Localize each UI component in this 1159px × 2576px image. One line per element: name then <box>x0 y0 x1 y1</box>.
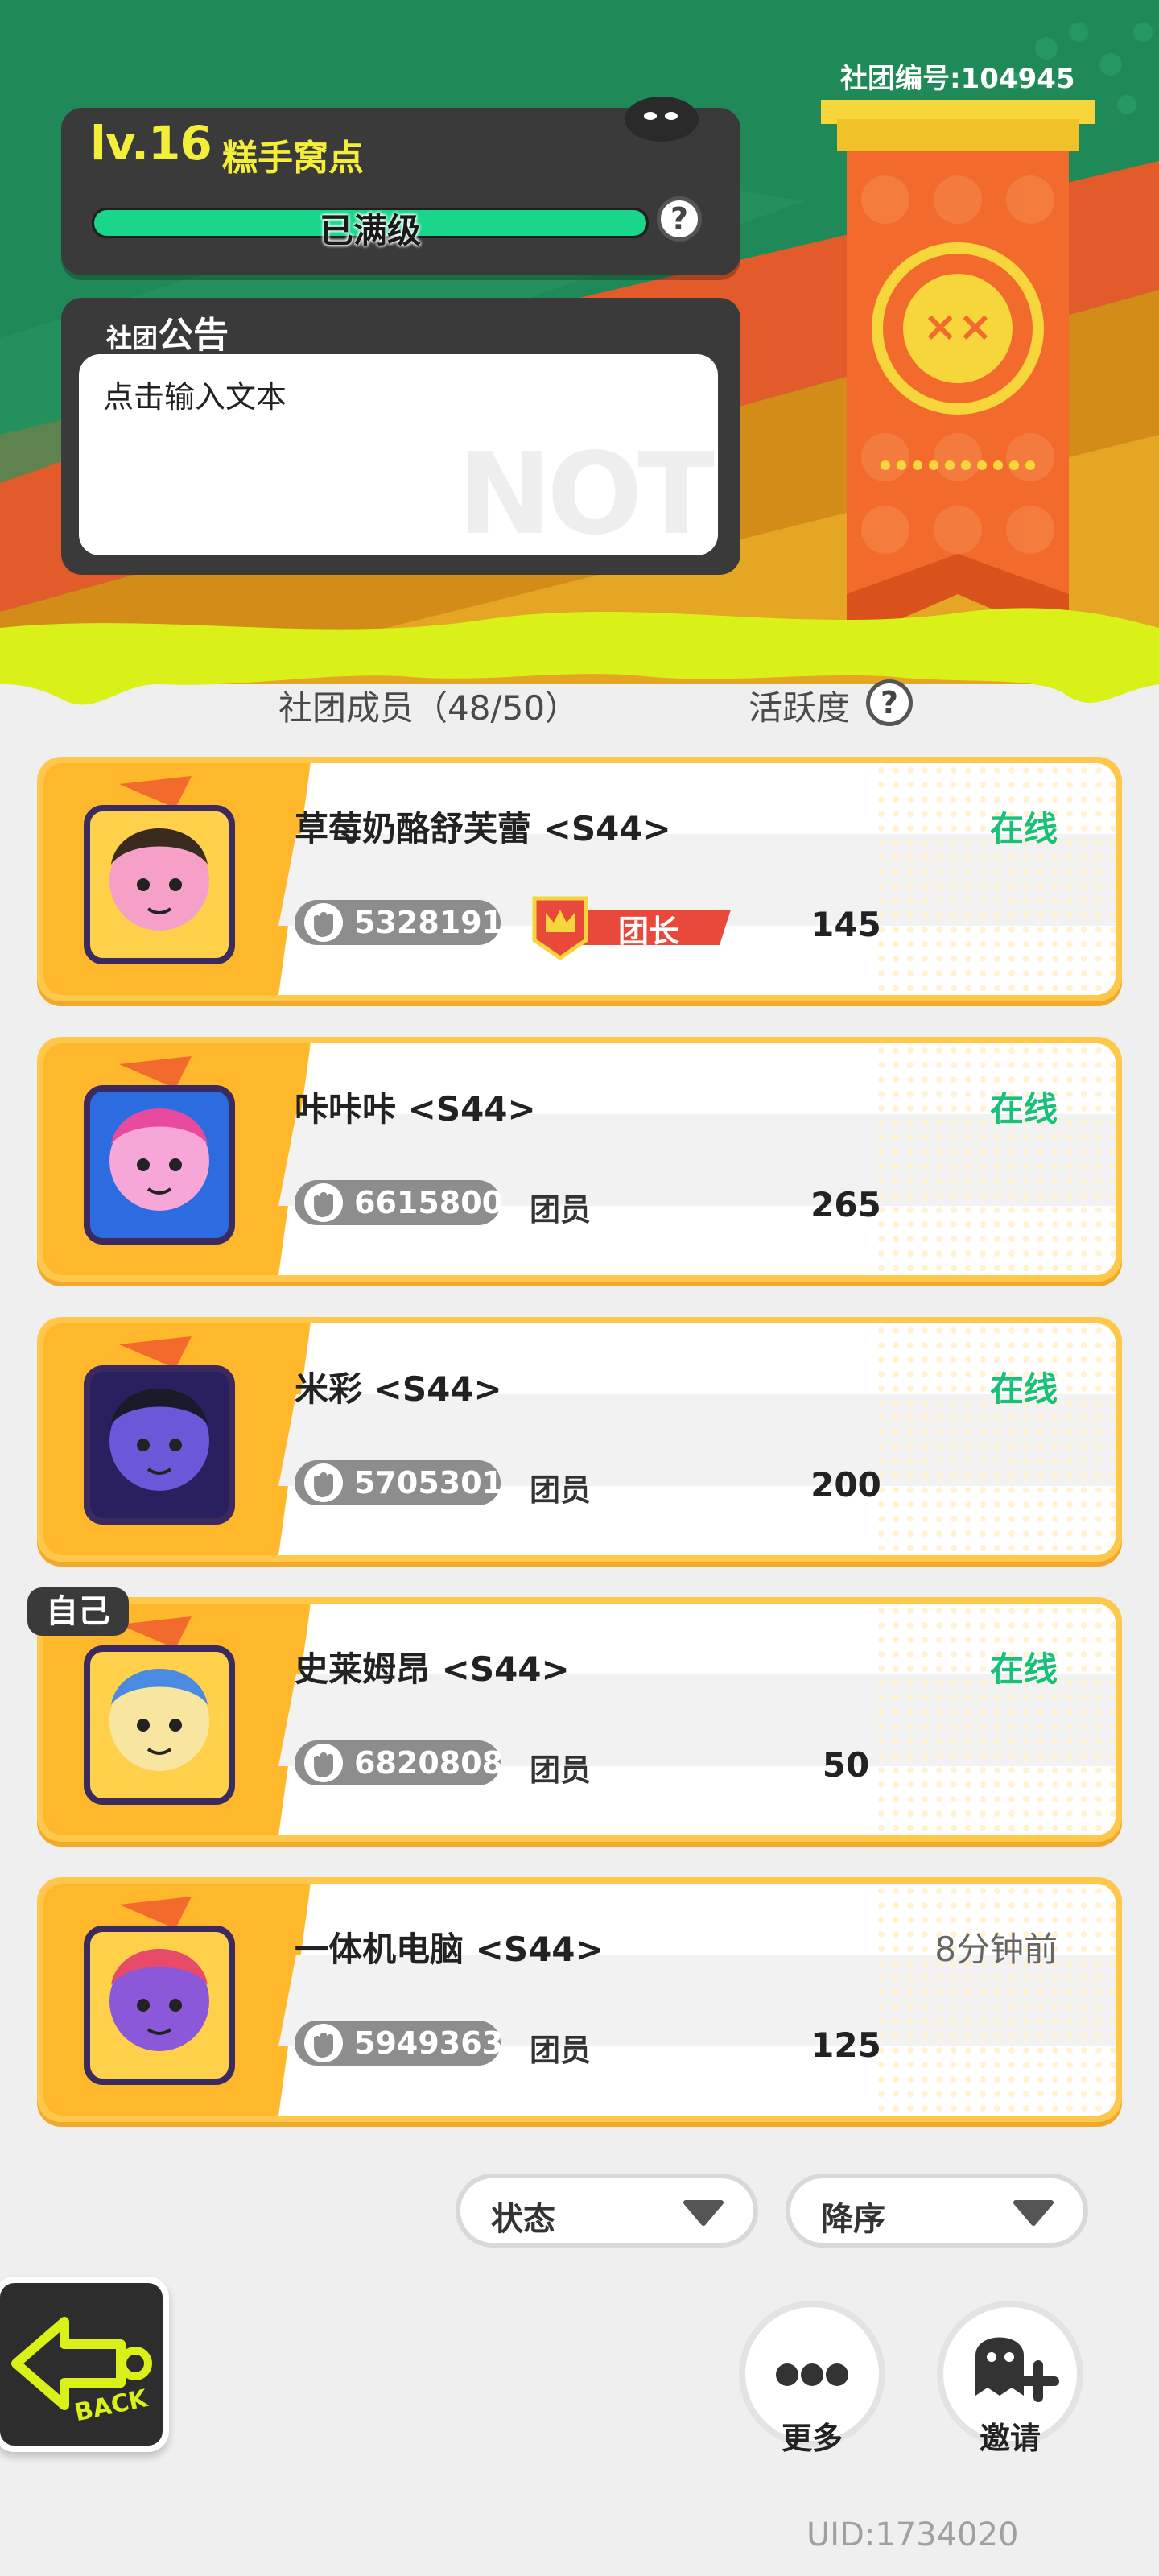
level-help-icon[interactable]: ? <box>657 196 702 242</box>
member-status: 在线 <box>989 1649 1058 1689</box>
member-power: 5328191 <box>295 900 504 945</box>
fist-icon <box>304 903 343 942</box>
card-dot-pattern <box>874 763 1116 995</box>
back-label: BACK <box>72 2384 151 2428</box>
back-button[interactable]: BACK <box>0 2277 169 2452</box>
user-uid: UID:1734020 <box>806 2516 1019 2553</box>
add-user-icon <box>975 2337 1059 2402</box>
member-role: 团员 <box>530 1472 592 1508</box>
notice-placeholder: 点击输入文本 <box>103 379 287 415</box>
member-role: 团长 <box>618 914 680 949</box>
card-dot-pattern <box>874 1323 1116 1555</box>
member-power-value: 6615800 <box>354 1185 504 1220</box>
member-activity: 265 <box>810 1185 881 1224</box>
club-notice-panel: 社团公告 NOT 点击输入文本 <box>61 298 740 575</box>
club-id-label: 社团编号:104945 <box>840 63 1075 95</box>
card-dot-pattern <box>874 1884 1116 2116</box>
club-name: 糕手窝点 <box>222 138 364 179</box>
notice-title: 社团公告 <box>106 306 229 357</box>
card-dot-pattern <box>874 1604 1116 1835</box>
card-dot-pattern <box>874 1043 1116 1275</box>
club-level-label: lv.16 <box>90 116 212 171</box>
status-filter-label: 状态 <box>491 2201 555 2238</box>
member-status: 在线 <box>989 1369 1058 1409</box>
fist-icon <box>304 1183 343 1222</box>
slime-divider <box>0 608 1159 705</box>
notice-watermark: NOT <box>457 429 715 555</box>
leader-badge: 团长 <box>530 892 731 961</box>
member-status: 在线 <box>989 1089 1058 1129</box>
order-filter-label: 降序 <box>821 2201 885 2238</box>
more-label: 更多 <box>781 2421 843 2456</box>
member-name: 一体机电脑 <S44> <box>295 1930 604 1969</box>
member-activity: 125 <box>810 2025 881 2065</box>
svg-text:××: ×× <box>922 303 992 351</box>
member-power-value: 5949363 <box>354 2025 504 2061</box>
member-activity: 200 <box>810 1465 881 1505</box>
member-power-value: 5705301 <box>354 1465 504 1501</box>
member-name: 史莱姆昂 <S44> <box>295 1649 570 1689</box>
member-status: 在线 <box>989 809 1058 848</box>
fist-icon <box>304 1463 343 1502</box>
member-status: 8分钟前 <box>934 1930 1058 1969</box>
member-card[interactable]: 史莱姆昂 <S44> 在线 6820808 团员 50 <box>37 1597 1122 1842</box>
chevron-down-icon <box>683 2200 724 2226</box>
self-tag: 自己 <box>27 1587 129 1636</box>
member-avatar[interactable] <box>71 1336 240 1538</box>
club-emblem-banner[interactable]: ×× <box>821 95 1095 675</box>
member-power-value: 5328191 <box>354 905 504 940</box>
member-card[interactable]: 咔咔咔 <S44> 在线 6615800 团员 265 <box>37 1037 1122 1282</box>
member-role: 团员 <box>530 1192 592 1228</box>
member-avatar[interactable] <box>71 1056 240 1257</box>
member-avatar[interactable] <box>71 1616 240 1818</box>
member-power-value: 6820808 <box>354 1745 504 1781</box>
member-name: 草莓奶酪舒芙蕾 <S44> <box>295 809 671 848</box>
fist-icon <box>304 1744 343 1782</box>
member-avatar[interactable] <box>71 776 240 977</box>
fist-icon <box>304 2024 343 2062</box>
slime-mascot-icon <box>625 97 699 142</box>
order-filter-dropdown[interactable]: 降序 <box>786 2174 1088 2248</box>
member-power: 5949363 <box>295 2021 504 2066</box>
notice-title-big: 公告 <box>158 315 229 356</box>
status-filter-dropdown[interactable]: 状态 <box>456 2174 758 2248</box>
member-card[interactable]: 米彩 <S44> 在线 5705301 团员 200 <box>37 1317 1122 1562</box>
members-count-header: 社团成员（48/50） <box>278 688 580 728</box>
invite-button[interactable]: 邀请 <box>937 2301 1083 2456</box>
member-card[interactable]: 一体机电脑 <S44> 8分钟前 5949363 团员 125 <box>37 1877 1122 2122</box>
chevron-down-icon <box>1013 2200 1054 2226</box>
more-button[interactable]: 更多 <box>739 2301 885 2456</box>
member-avatar[interactable] <box>71 1897 240 2098</box>
member-card[interactable]: 草莓奶酪舒芙蕾 <S44> 在线 5328191 团长 145 <box>37 757 1122 1001</box>
back-arrow-icon: BACK <box>11 2317 152 2428</box>
club-level-panel: lv.16 糕手窝点 已满级 ? <box>61 97 740 275</box>
notice-title-small: 社团 <box>106 323 159 353</box>
more-dots-icon <box>776 2363 848 2386</box>
member-name: 米彩 <S44> <box>295 1369 502 1409</box>
member-role: 团员 <box>530 1752 592 1788</box>
member-power: 6820808 <box>295 1740 504 1785</box>
member-activity: 50 <box>822 1745 870 1785</box>
club-level-progress-bar: 已满级 <box>92 208 649 250</box>
member-name: 咔咔咔 <S44> <box>295 1089 536 1129</box>
activity-header: 活跃度 <box>749 688 851 728</box>
activity-help-icon[interactable]: ? <box>866 679 913 726</box>
member-activity: 145 <box>810 905 881 944</box>
member-power: 5705301 <box>295 1460 504 1505</box>
club-level-progress-text: 已满级 <box>319 211 421 250</box>
invite-label: 邀请 <box>979 2421 1041 2456</box>
member-power: 6615800 <box>295 1180 504 1225</box>
member-role: 团员 <box>530 2033 592 2068</box>
notice-text-input[interactable]: NOT 点击输入文本 <box>79 354 718 555</box>
